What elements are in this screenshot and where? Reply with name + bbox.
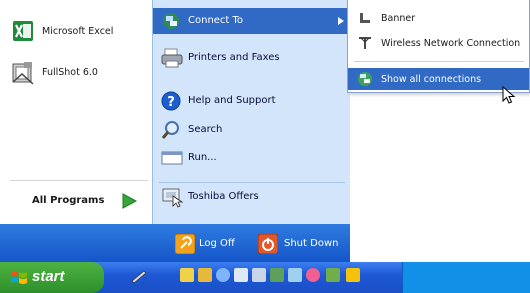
quick-launch-icon[interactable]: [216, 268, 230, 282]
start-label: start: [32, 268, 65, 285]
menu-separator: [354, 61, 524, 62]
windows-logo-icon: [11, 271, 27, 284]
all-programs-button[interactable]: All Programs: [20, 190, 145, 212]
green-arrow-icon: [122, 193, 138, 209]
pinned-item-fullshot[interactable]: FullShot 6.0: [6, 58, 146, 88]
shut-down-button[interactable]: Shut Down: [258, 234, 348, 254]
quick-launch-icon[interactable]: [130, 267, 148, 285]
menu-separator: [10, 180, 148, 181]
system-tray: [402, 262, 530, 293]
quick-launch-icon[interactable]: [270, 268, 284, 282]
menu-item-label: Run...: [188, 152, 217, 163]
start-menu-footer: Log Off Shut Down: [0, 224, 350, 262]
pinned-item-label: Microsoft Excel: [42, 26, 114, 37]
log-off-button[interactable]: Log Off: [175, 234, 253, 254]
menu-item-toshiba-offers[interactable]: Toshiba Offers: [153, 184, 351, 210]
help-icon: ?: [161, 91, 181, 111]
menu-item-printers[interactable]: Printers and Faxes: [153, 45, 351, 71]
fullshot-icon: [12, 62, 34, 85]
shut-down-label: Shut Down: [284, 238, 339, 249]
submenu-item-label: Show all connections: [381, 74, 482, 85]
printer-icon: [161, 48, 183, 68]
quick-launch-icon[interactable]: [198, 268, 212, 282]
search-icon: [161, 121, 179, 139]
network-connections-icon: [163, 13, 179, 29]
start-menu-right-pane: Connect To Printers and Faxes ? Help and…: [152, 0, 351, 224]
dialup-icon: [360, 13, 370, 23]
log-off-icon: [175, 234, 195, 254]
menu-item-label: Connect To: [188, 15, 244, 26]
quick-launch-icon[interactable]: [326, 268, 340, 282]
menu-item-run[interactable]: Run...: [153, 145, 351, 171]
log-off-label: Log Off: [199, 238, 235, 249]
submenu-item-label: Wireless Network Connection: [381, 38, 521, 49]
toshiba-icon: [162, 188, 183, 208]
quick-launch-icon[interactable]: [252, 268, 266, 282]
start-menu-left-pane: Microsoft Excel FullShot 6.0 All Program…: [0, 0, 152, 224]
quick-launch-icon[interactable]: [306, 268, 320, 282]
connect-to-submenu: Banner Wireless Network Connection Show …: [347, 0, 530, 93]
submenu-item-wireless[interactable]: Wireless Network Connection: [348, 32, 529, 54]
chevron-right-icon: [338, 17, 344, 25]
menu-item-label: Printers and Faxes: [188, 52, 280, 63]
run-icon: [161, 151, 183, 165]
wireless-antenna-icon: [359, 37, 371, 49]
quick-launch-icon[interactable]: [180, 268, 194, 282]
network-connections-icon: [358, 72, 372, 86]
pinned-item-label: FullShot 6.0: [42, 67, 98, 78]
pinned-item-excel[interactable]: Microsoft Excel: [6, 18, 146, 44]
menu-item-search[interactable]: Search: [153, 117, 351, 143]
menu-item-help[interactable]: ? Help and Support: [153, 88, 351, 114]
menu-item-label: Toshiba Offers: [188, 191, 259, 202]
power-icon: [258, 234, 278, 254]
menu-separator: [159, 182, 345, 183]
submenu-item-banner[interactable]: Banner: [348, 7, 529, 29]
all-programs-label: All Programs: [32, 195, 105, 206]
svg-text:?: ?: [167, 95, 175, 110]
quick-launch-icon[interactable]: [234, 268, 248, 282]
mouse-cursor-icon: [502, 86, 516, 104]
excel-icon: [13, 21, 33, 41]
menu-item-label: Search: [188, 124, 223, 135]
menu-item-connect-to[interactable]: Connect To: [153, 8, 351, 34]
menu-item-label: Help and Support: [188, 95, 276, 106]
quick-launch-icon[interactable]: [346, 268, 360, 282]
submenu-item-label: Banner: [381, 13, 416, 24]
start-button[interactable]: start: [0, 262, 104, 293]
quick-launch-icon[interactable]: [288, 268, 302, 282]
